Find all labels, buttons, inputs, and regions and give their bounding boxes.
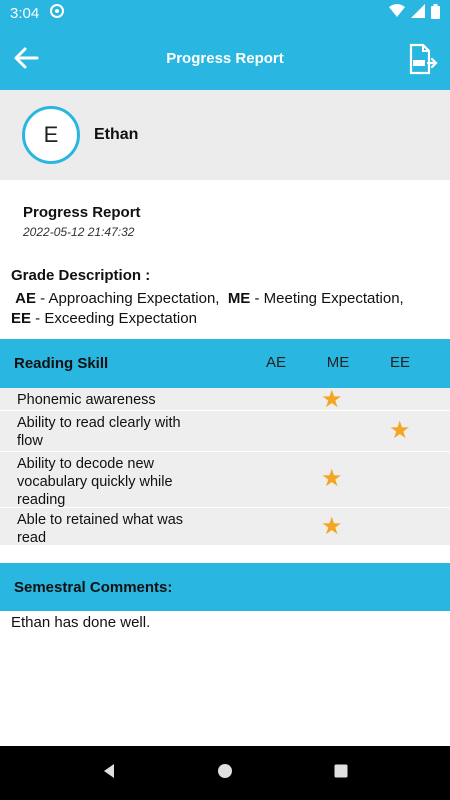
app-bar: Progress Report: [0, 26, 450, 90]
nav-back-icon[interactable]: [101, 763, 117, 784]
grade-description: Grade Description : AE - Approaching Exp…: [11, 266, 441, 329]
star-icon: ★: [321, 513, 343, 540]
table-row: Ability to read clearly with flow ★: [0, 411, 450, 452]
ee-text: - Exceeding Expectation: [31, 310, 197, 327]
page-title: Progress Report: [166, 49, 284, 67]
table-row: Ability to decode new vocabulary quickly…: [0, 452, 450, 508]
pdf-export-icon: [409, 43, 438, 75]
table-row: Able to retained what was read ★: [0, 508, 450, 546]
student-profile: E Ethan: [0, 90, 450, 180]
back-button[interactable]: [10, 42, 42, 74]
me-code: ME: [227, 290, 251, 307]
wifi-icon: [389, 4, 405, 22]
comments-title: Semestral Comments:: [14, 578, 173, 596]
ae-text: - Approaching Expectation,: [36, 290, 228, 307]
report-date: 2022-05-12 21:47:32: [23, 225, 135, 239]
column-ae: AE: [265, 354, 286, 371]
comment-text: Ethan has done well.: [11, 614, 151, 631]
signal-icon: [411, 4, 425, 22]
star-icon: ★: [321, 386, 343, 413]
ae-code: AE: [15, 290, 37, 307]
reading-skill-table: Phonemic awareness ★ Ability to read cle…: [0, 388, 450, 546]
grade-description-title: Grade Description :: [11, 267, 151, 284]
system-nav-bar: [0, 746, 450, 800]
me-text: - Meeting Expectation,: [250, 290, 404, 307]
star-icon: ★: [321, 465, 343, 492]
ee-code: EE: [11, 310, 32, 327]
skill-label: Phonemic awareness: [17, 392, 156, 408]
student-name: Ethan: [94, 126, 139, 143]
column-ee: EE: [389, 354, 410, 371]
reading-skill-title: Reading Skill: [14, 355, 109, 372]
nav-home-icon[interactable]: [217, 763, 233, 784]
nav-recents-icon[interactable]: [333, 763, 349, 784]
skill-label: Ability to read clearly with flow: [17, 415, 181, 449]
battery-icon: [431, 3, 440, 23]
star-icon: ★: [389, 417, 411, 444]
comments-header: Semestral Comments:: [0, 563, 450, 611]
data-saver-icon: [49, 3, 65, 23]
reading-skill-header: Reading Skill AE ME EE: [0, 339, 450, 388]
grade-line-2: EE - Exceeding Expectation: [11, 309, 441, 329]
report-title: Progress Report: [23, 204, 141, 221]
skill-label: Able to retained what was read: [17, 512, 184, 546]
export-pdf-button[interactable]: [406, 42, 440, 76]
skill-label: Ability to decode new vocabulary quickly…: [17, 456, 173, 508]
status-bar: 3:04: [0, 0, 450, 26]
grade-line-1: AE - Approaching Expectation, ME - Meeti…: [11, 289, 441, 309]
arrow-left-icon: [14, 47, 39, 69]
table-row: Phonemic awareness ★: [0, 386, 450, 413]
status-time: 3:04: [10, 4, 40, 22]
report-heading: Progress Report 2022-05-12 21:47:32: [23, 204, 141, 239]
avatar: E: [22, 106, 80, 164]
column-me: ME: [326, 354, 350, 371]
